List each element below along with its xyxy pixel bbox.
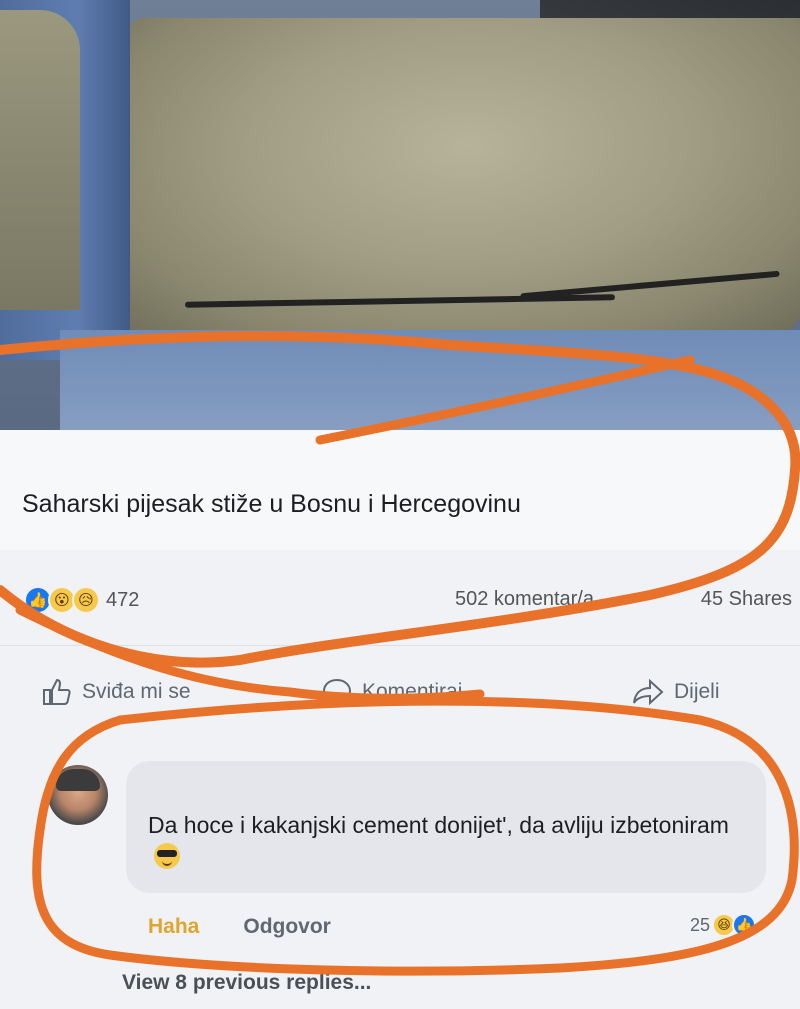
view-previous-replies-link[interactable]: View 8 previous replies...: [122, 971, 371, 995]
share-button[interactable]: Dijeli: [632, 678, 720, 706]
comment-reaction-count: 25: [690, 914, 711, 935]
reply-link[interactable]: Odgovor: [243, 915, 331, 939]
comment-button[interactable]: Komentiraj: [322, 678, 462, 706]
share-arrow-icon: [633, 678, 664, 706]
post-header: Saharski pijesak stiže u Bosnu i Hercego…: [0, 430, 800, 550]
like-icon: 👍: [732, 913, 757, 937]
sad-icon: 😥: [72, 586, 100, 614]
sunglasses-emoji-icon: [154, 843, 180, 869]
car-hood: [60, 330, 800, 430]
post-stats: 👍 😮 😥 472 502 komentar/a 45 Shares: [0, 550, 800, 645]
comment: Da hoce i kakanjski cement donijet', da …: [0, 735, 800, 1009]
avatar-cap: [56, 769, 100, 791]
commenter-avatar[interactable]: [48, 765, 108, 825]
shares-count[interactable]: 45 Shares: [701, 588, 792, 611]
like-button[interactable]: Sviđa mi se: [42, 678, 191, 706]
comment-label: Komentiraj: [362, 680, 463, 703]
like-label: Sviđa mi se: [82, 680, 191, 703]
reaction-count: 472: [106, 588, 140, 611]
comments-count[interactable]: 502 komentar/a: [455, 588, 594, 611]
haha-reaction-link[interactable]: Haha: [148, 915, 199, 939]
dusty-windshield: [103, 18, 800, 338]
comment-text-wrap: Da hoce i kakanjski cement donijet', da …: [148, 809, 748, 873]
comment-text: Da hoce i kakanjski cement donijet', da …: [148, 812, 729, 838]
comment-links: Haha Odgovor: [148, 915, 331, 939]
thumbs-up-icon: [43, 678, 71, 705]
reaction-summary[interactable]: 👍 😮 😥 472: [24, 586, 139, 614]
comment-bubble: Da hoce i kakanjski cement donijet', da …: [126, 761, 766, 893]
share-label: Dijeli: [674, 680, 720, 703]
comment-icon: [322, 678, 352, 706]
post-actions: Sviđa mi se Komentiraj Dijeli: [0, 645, 800, 735]
comment-reaction-summary[interactable]: 25 😆 👍: [690, 913, 757, 937]
post-photo[interactable]: [0, 0, 800, 430]
post-caption: Saharski pijesak stiže u Bosnu i Hercego…: [22, 490, 521, 518]
side-window: [0, 10, 80, 310]
